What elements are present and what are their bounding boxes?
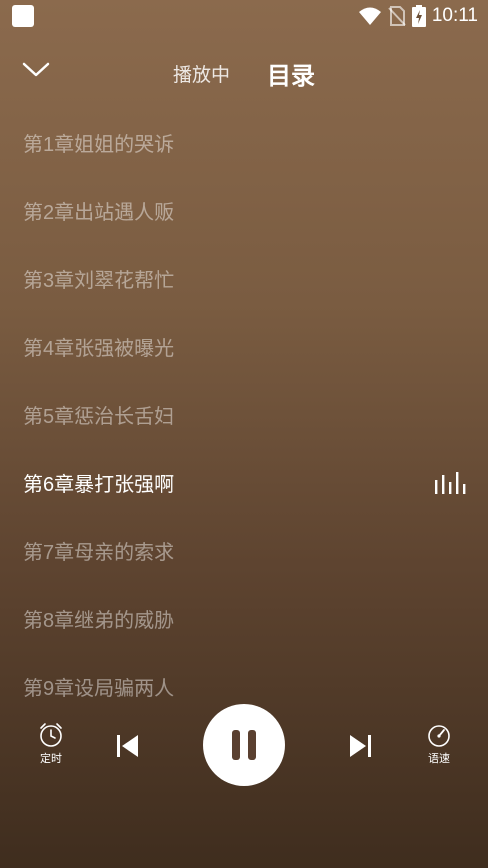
playback-controls: 定时 语速	[0, 700, 488, 790]
chapter-item[interactable]: 第1章姐姐的哭诉	[0, 108, 488, 176]
chapter-title: 第4章张强被曝光	[23, 338, 175, 360]
tab-playing[interactable]: 播放中	[173, 60, 230, 87]
timer-button[interactable]: 定时	[30, 722, 72, 766]
top-bar: 播放中 目录	[0, 46, 488, 94]
app-notification-icon	[12, 5, 34, 27]
chapter-item[interactable]: 第4章张强被曝光	[0, 312, 488, 380]
chapter-title: 第1章姐姐的哭诉	[23, 134, 175, 156]
chapter-title: 第3章刘翠花帮忙	[23, 270, 175, 292]
next-button[interactable]	[344, 730, 376, 762]
chapter-title: 第8章继弟的威胁	[23, 610, 175, 632]
skip-previous-icon	[117, 735, 138, 757]
pause-icon	[232, 730, 256, 760]
previous-button[interactable]	[112, 730, 144, 762]
chevron-down-icon	[22, 62, 50, 77]
speed-label: 语速	[428, 753, 450, 765]
wifi-icon	[358, 7, 381, 25]
chapter-title: 第2章出站遇人贩	[23, 202, 175, 224]
battery-charging-icon	[411, 5, 426, 27]
skip-next-icon	[350, 735, 371, 757]
status-time: 10:11	[431, 5, 478, 26]
collapse-button[interactable]	[20, 56, 52, 84]
chapter-item[interactable]: 第2章出站遇人贩	[0, 176, 488, 244]
chapter-title: 第7章母亲的索求	[23, 542, 175, 564]
no-sim-icon	[388, 6, 406, 26]
chapter-list: 第1章姐姐的哭诉 第2章出站遇人贩 第3章刘翠花帮忙 第4章张强被曝光 第5章惩…	[0, 108, 488, 720]
chapter-title: 第6章暴打张强啊	[23, 474, 175, 496]
chapter-title: 第5章惩治长舌妇	[23, 406, 175, 428]
status-right: 10:11	[358, 4, 478, 28]
status-bar: 10:11	[0, 0, 488, 32]
now-playing-icon	[435, 472, 466, 494]
chapter-title: 第9章设局骗两人	[23, 678, 175, 700]
chapter-item-active[interactable]: 第6章暴打张强啊	[0, 448, 488, 516]
tab-catalog[interactable]: 目录	[267, 56, 315, 91]
alarm-clock-icon	[40, 723, 62, 747]
timer-label: 定时	[40, 753, 62, 765]
chapter-item[interactable]: 第3章刘翠花帮忙	[0, 244, 488, 312]
play-pause-button[interactable]	[203, 704, 285, 786]
chapter-item[interactable]: 第5章惩治长舌妇	[0, 380, 488, 448]
chapter-item[interactable]: 第7章母亲的索求	[0, 516, 488, 584]
chapter-item[interactable]: 第8章继弟的威胁	[0, 584, 488, 652]
speed-button[interactable]: 语速	[418, 722, 460, 766]
speedometer-icon	[428, 725, 450, 747]
